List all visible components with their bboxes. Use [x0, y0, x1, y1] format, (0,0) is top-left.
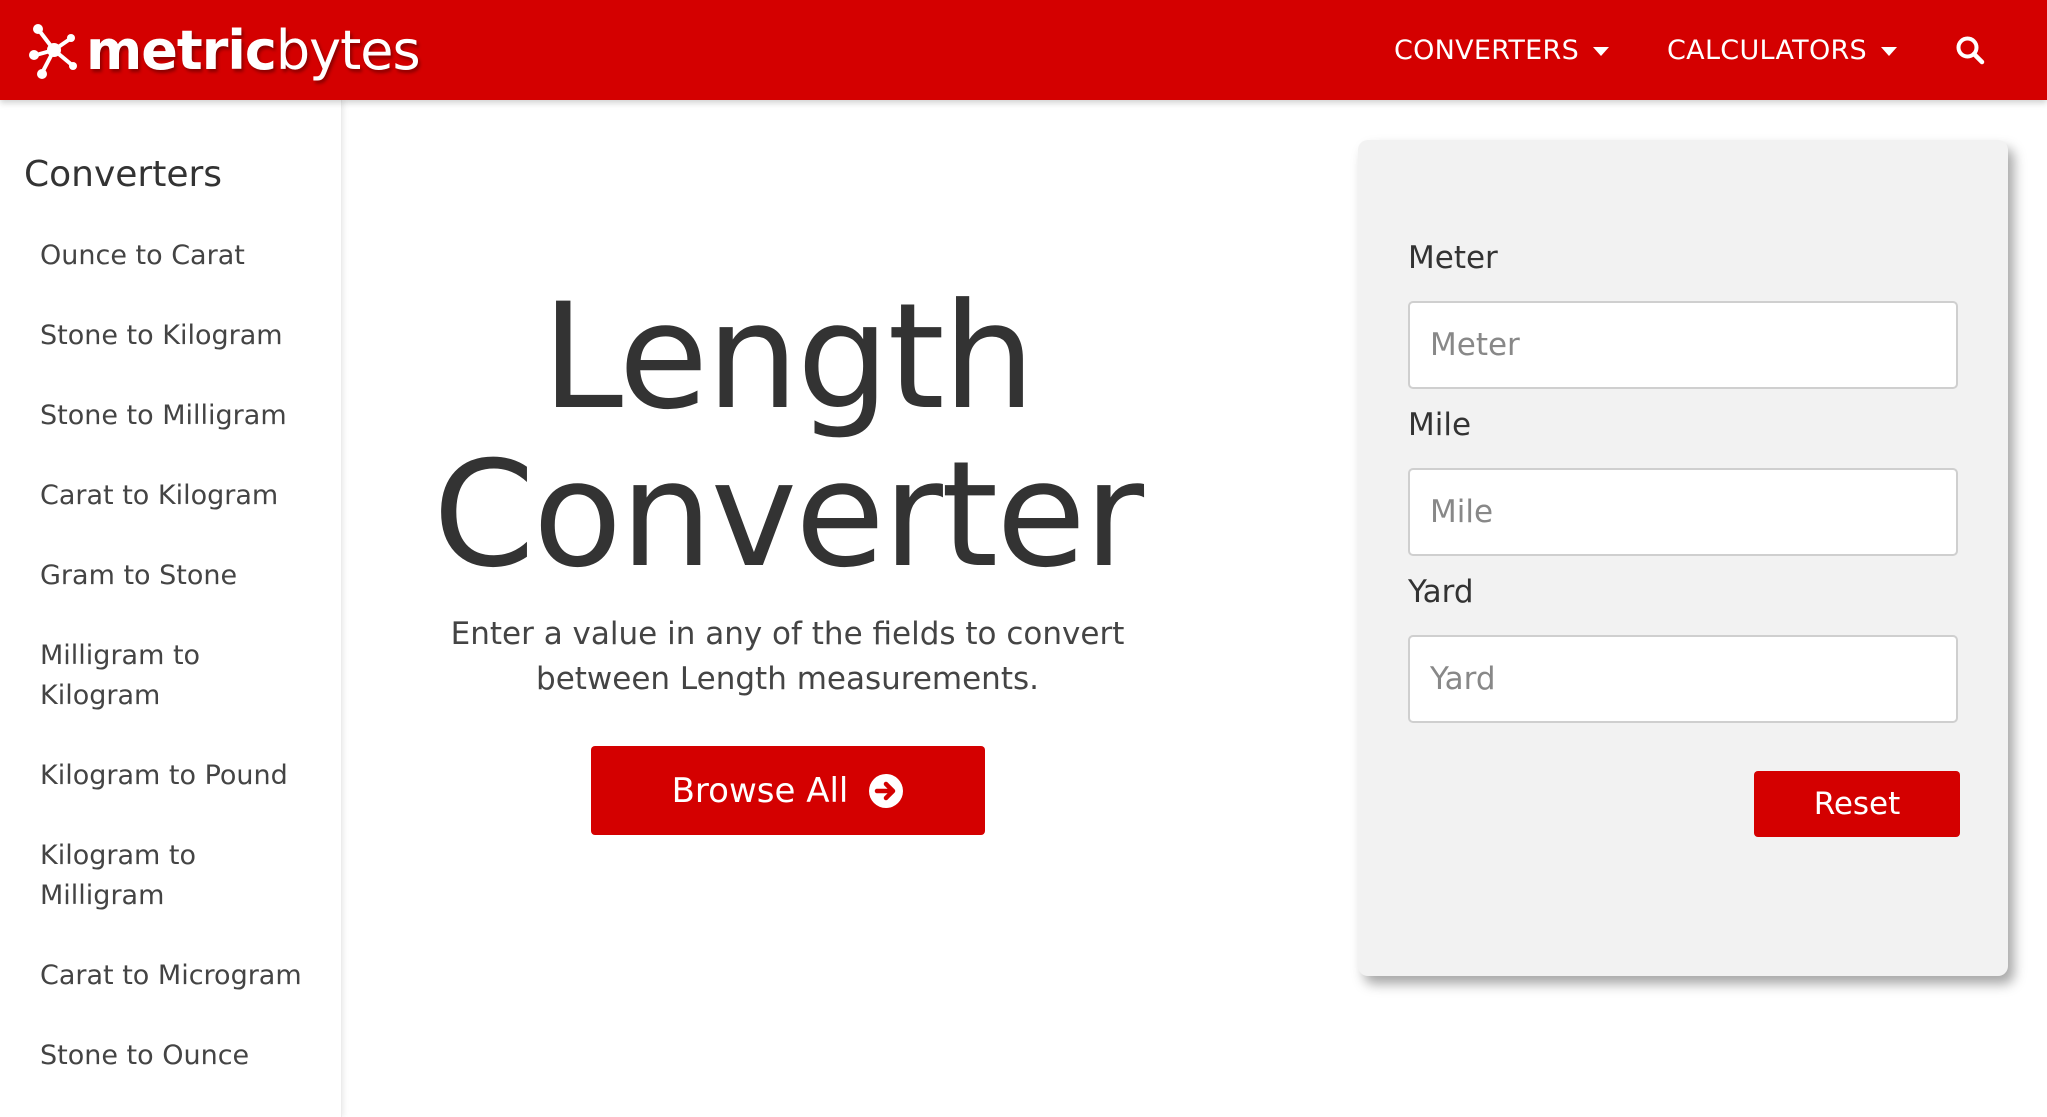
converter-panel: Meter Mile Yard Reset: [1358, 140, 2008, 976]
sidebar-item-kilogram-to-milligram[interactable]: Kilogram to Milligram: [40, 836, 250, 916]
page-title-line1: Length: [541, 272, 1036, 442]
nav-calculators-label: CALCULATORS: [1667, 34, 1867, 66]
sidebar-title: Converters: [24, 154, 223, 195]
sidebar-item-gram-to-stone[interactable]: Gram to Stone: [40, 556, 237, 596]
molecule-logo-icon: [29, 24, 77, 79]
logo-text-rest: bytes: [275, 18, 421, 82]
mile-label: Mile: [1408, 407, 1472, 443]
yard-input[interactable]: [1408, 635, 1958, 723]
nav-converters-dropdown[interactable]: CONVERTERS: [1393, 34, 1610, 66]
sidebar-item-stone-to-milligram[interactable]: Stone to Milligram: [40, 396, 287, 436]
main-nav: CONVERTERS CALCULATORS: [1394, 0, 2047, 100]
page-title-line2: Converter: [432, 430, 1144, 600]
arrow-circle-right-icon: [869, 773, 904, 808]
converters-sidebar: Converters Ounce to Carat Stone to Kilog…: [0, 100, 342, 1117]
logo-text-bold: metric: [86, 18, 277, 82]
meter-input[interactable]: [1408, 301, 1958, 389]
sidebar-item-kilogram-to-pound[interactable]: Kilogram to Pound: [40, 756, 288, 796]
search-button[interactable]: [1955, 35, 1985, 65]
mile-input[interactable]: [1408, 468, 1958, 556]
sidebar-item-stone-to-kilogram[interactable]: Stone to Kilogram: [40, 316, 283, 356]
page-description: Enter a value in any of the fields to co…: [450, 616, 1125, 697]
meter-label: Meter: [1408, 240, 1498, 276]
sidebar-item-stone-to-ounce[interactable]: Stone to Ounce: [40, 1036, 249, 1076]
page-title: Length Converter: [420, 278, 1155, 594]
sidebar-item-carat-to-kilogram[interactable]: Carat to Kilogram: [40, 476, 278, 516]
yard-label: Yard: [1408, 574, 1474, 610]
sidebar-item-milligram-to-kilogram[interactable]: Milligram to Kilogram: [40, 636, 250, 716]
top-navbar: metricbytes CONVERTERS CALCULATORS: [0, 0, 2047, 100]
search-icon: [1956, 36, 1985, 65]
browse-all-label: Browse All: [671, 770, 849, 811]
reset-button[interactable]: Reset: [1754, 771, 1960, 837]
nav-calculators-dropdown[interactable]: CALCULATORS: [1667, 35, 1897, 66]
sidebar-item-ounce-to-carat[interactable]: Ounce to Carat: [40, 236, 245, 276]
logo-text: metricbytes: [86, 18, 421, 82]
site-logo[interactable]: metricbytes: [28, 12, 421, 88]
browse-all-button[interactable]: Browse All: [591, 746, 985, 835]
caret-down-icon: [1593, 46, 1610, 56]
sidebar-item-carat-to-microgram[interactable]: Carat to Microgram: [40, 956, 302, 996]
caret-down-icon: [1881, 46, 1897, 56]
nav-converters-label: CONVERTERS: [1393, 34, 1580, 66]
